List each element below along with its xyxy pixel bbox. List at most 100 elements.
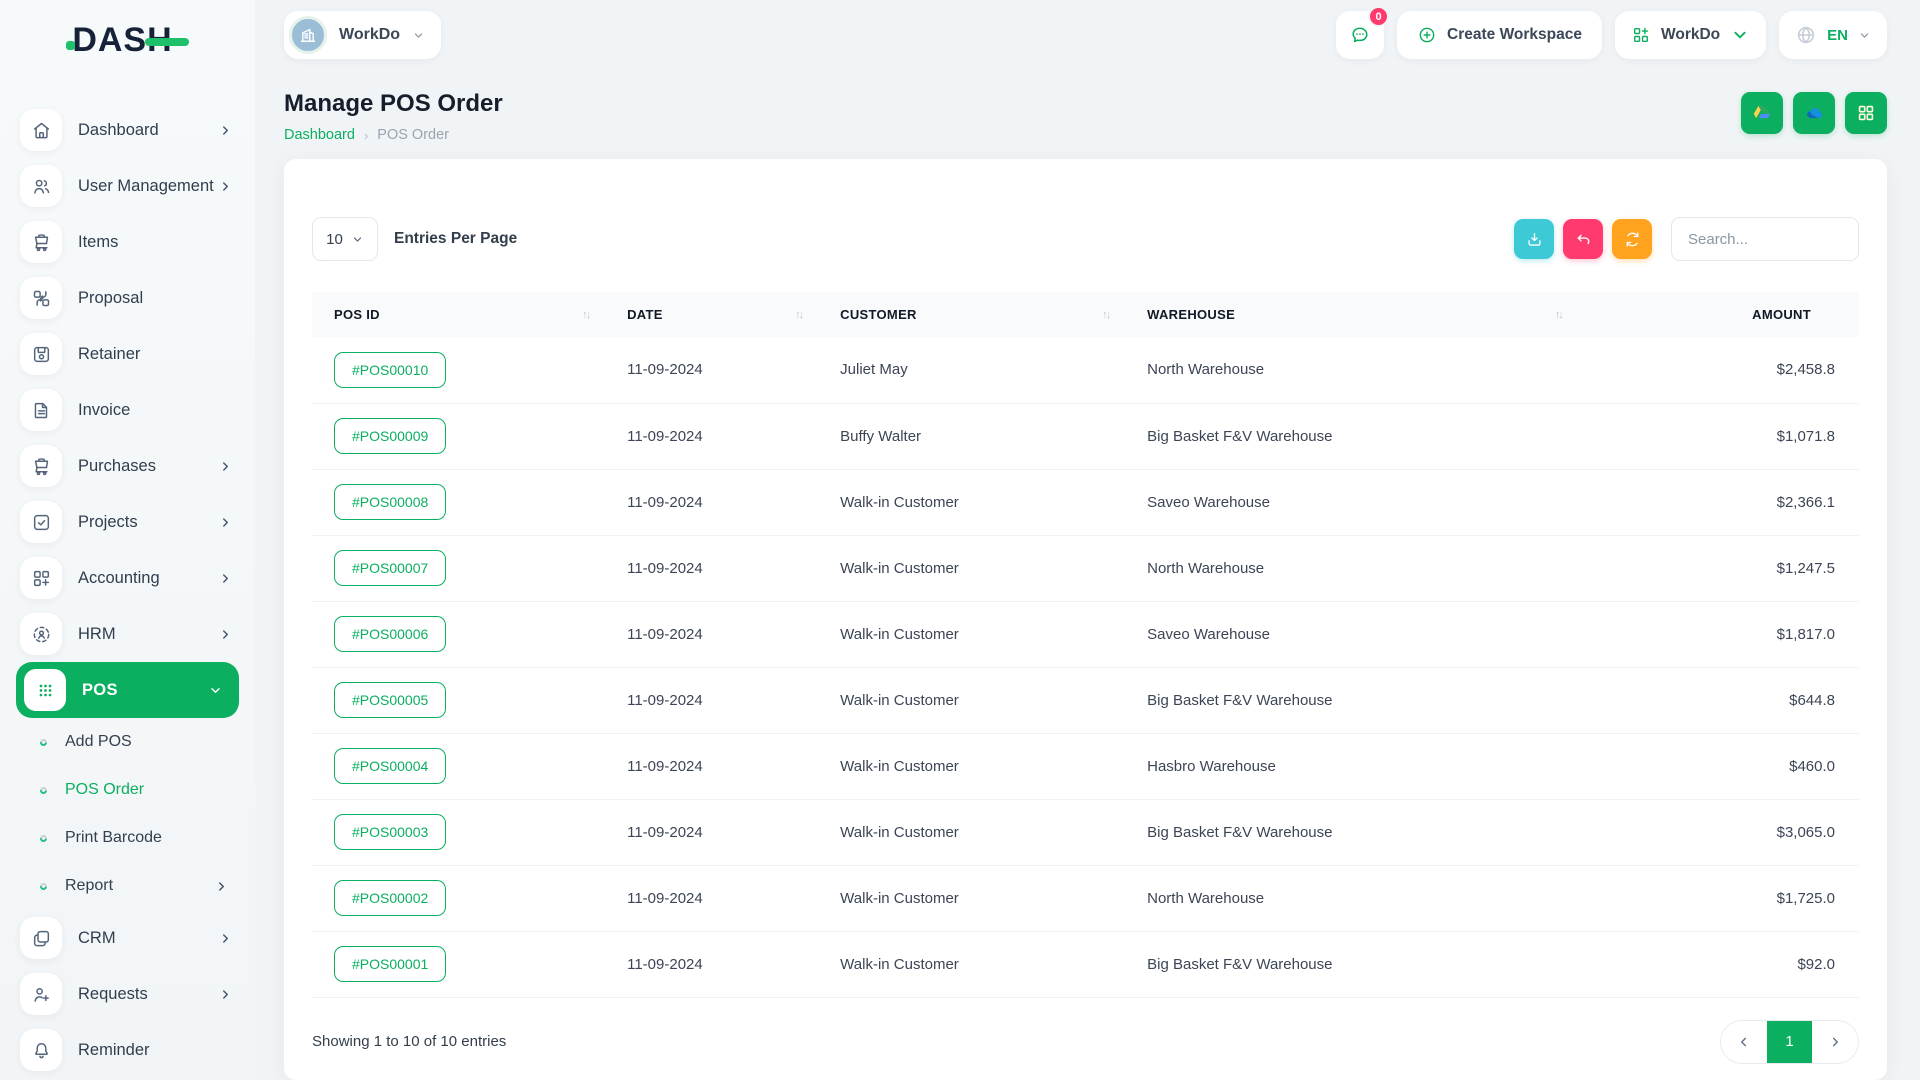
chevron-down-icon	[1730, 25, 1750, 45]
date-cell: 11-09-2024	[605, 931, 818, 997]
pos-id-link[interactable]: #POS00008	[334, 484, 446, 520]
pagination-prev-button[interactable]	[1721, 1020, 1767, 1064]
sidebar-subitem-report[interactable]: Report	[0, 862, 255, 910]
user-management-icon	[20, 165, 62, 207]
reminder-icon	[20, 1029, 62, 1071]
logo-accent-bar	[145, 38, 189, 46]
export-download-button[interactable]	[1514, 219, 1554, 259]
sidebar-item-proposal[interactable]: Proposal	[0, 270, 255, 326]
entries-per-page-select[interactable]: 10	[312, 217, 378, 261]
workdo-menu-button[interactable]: WorkDo	[1615, 11, 1766, 59]
sidebar-item-crm[interactable]: CRM	[0, 910, 255, 966]
sidebar-item-purchases[interactable]: Purchases	[0, 438, 255, 494]
pos-id-link[interactable]: #POS00002	[334, 880, 446, 916]
sidebar-subitem-print-barcode[interactable]: Print Barcode	[0, 814, 255, 862]
table-row: #POS0000511-09-2024Walk-in CustomerBig B…	[312, 667, 1859, 733]
sidebar-item-requests[interactable]: Requests	[0, 966, 255, 1022]
table-row: #POS0001011-09-2024Juliet MayNorth Wareh…	[312, 337, 1859, 403]
amount-cell: $3,065.0	[1578, 799, 1859, 865]
pos-icon	[24, 669, 66, 711]
table-header: POS ID↑↓DATE↑↓CUSTOMER↑↓WAREHOUSE↑↓AMOUN…	[312, 292, 1859, 337]
sidebar-subitem-label: Add POS	[65, 733, 132, 751]
customer-cell: Walk-in Customer	[818, 601, 1125, 667]
date-cell: 11-09-2024	[605, 667, 818, 733]
chevron-down-icon	[351, 233, 364, 246]
language-selector[interactable]: EN	[1779, 11, 1887, 59]
customer-cell: Walk-in Customer	[818, 865, 1125, 931]
pos-id-link[interactable]: #POS00009	[334, 418, 446, 454]
workspace-selector[interactable]: WorkDo	[284, 11, 441, 59]
google-drive-button[interactable]	[1741, 92, 1783, 134]
apps-grid-button[interactable]	[1845, 92, 1887, 134]
amount-cell: $1,817.0	[1578, 601, 1859, 667]
sidebar-item-label: User Management	[78, 177, 214, 196]
sidebar-item-label: HRM	[78, 625, 116, 644]
sidebar-item-invoice[interactable]: Invoice	[0, 382, 255, 438]
customer-cell: Juliet May	[818, 337, 1125, 403]
warehouse-cell: Big Basket F&V Warehouse	[1125, 667, 1578, 733]
proposal-icon	[20, 277, 62, 319]
sort-icon[interactable]: ↑↓	[1102, 309, 1109, 321]
main-area: WorkDo 0 Create Workspace WorkDo	[255, 0, 1920, 1080]
messages-button[interactable]: 0	[1336, 11, 1384, 59]
sidebar-item-reminder[interactable]: Reminder	[0, 1022, 255, 1078]
bullet-icon	[39, 737, 49, 747]
column-header-date[interactable]: DATE↑↓	[605, 292, 818, 337]
sidebar-item-retainer[interactable]: Retainer	[0, 326, 255, 382]
pos-id-link[interactable]: #POS00003	[334, 814, 446, 850]
sidebar-item-hrm[interactable]: HRM	[0, 606, 255, 662]
pos-id-link[interactable]: #POS00005	[334, 682, 446, 718]
sidebar-item-label: Projects	[78, 513, 138, 532]
customer-cell: Walk-in Customer	[818, 931, 1125, 997]
breadcrumb-dashboard-link[interactable]: Dashboard	[284, 127, 355, 143]
date-cell: 11-09-2024	[605, 337, 818, 403]
sidebar-item-dashboard[interactable]: Dashboard	[0, 102, 255, 158]
sort-icon[interactable]: ↑↓	[795, 309, 802, 321]
bullet-icon	[39, 881, 49, 891]
refresh-button[interactable]	[1612, 219, 1652, 259]
reset-button[interactable]	[1563, 219, 1603, 259]
create-workspace-button[interactable]: Create Workspace	[1397, 11, 1602, 59]
amount-cell: $2,366.1	[1578, 469, 1859, 535]
chevron-right-icon	[218, 987, 233, 1002]
column-header-customer[interactable]: CUSTOMER↑↓	[818, 292, 1125, 337]
pos-id-link[interactable]: #POS00004	[334, 748, 446, 784]
search-input[interactable]	[1671, 217, 1859, 261]
sidebar-subitem-add-pos[interactable]: Add POS	[0, 718, 255, 766]
pos-id-link[interactable]: #POS00007	[334, 550, 446, 586]
amount-cell: $1,725.0	[1578, 865, 1859, 931]
table-row: #POS0000911-09-2024Buffy WalterBig Baske…	[312, 403, 1859, 469]
sort-icon[interactable]: ↑↓	[582, 309, 589, 321]
onedrive-button[interactable]	[1793, 92, 1835, 134]
pagination-next-button[interactable]	[1812, 1020, 1858, 1064]
sidebar-item-pos[interactable]: POS	[16, 662, 239, 718]
sidebar-item-items[interactable]: Items	[0, 214, 255, 270]
column-header-pos-id[interactable]: POS ID↑↓	[312, 292, 605, 337]
warehouse-cell: Saveo Warehouse	[1125, 601, 1578, 667]
column-header-warehouse[interactable]: WAREHOUSE↑↓	[1125, 292, 1578, 337]
sidebar-item-accounting[interactable]: Accounting	[0, 550, 255, 606]
pagination-page-button[interactable]: 1	[1767, 1020, 1812, 1064]
date-cell: 11-09-2024	[605, 865, 818, 931]
sidebar-subitem-pos-order[interactable]: POS Order	[0, 766, 255, 814]
chevron-right-icon	[1827, 1034, 1843, 1050]
sidebar-item-user-management[interactable]: User Management	[0, 158, 255, 214]
amount-cell: $1,247.5	[1578, 535, 1859, 601]
bullet-icon	[39, 833, 49, 843]
amount-cell: $460.0	[1578, 733, 1859, 799]
brand-logo[interactable]: DASH	[0, 8, 255, 72]
toolbar-right	[1514, 217, 1859, 261]
amount-cell: $1,071.8	[1578, 403, 1859, 469]
pos-id-link[interactable]: #POS00010	[334, 352, 446, 388]
pos-id-link[interactable]: #POS00001	[334, 946, 446, 982]
page-head: Manage POS Order Dashboard › POS Order	[284, 90, 1887, 143]
toolbar-left: 10 Entries Per Page	[312, 217, 517, 261]
chevron-down-icon	[1858, 29, 1871, 42]
pos-id-link[interactable]: #POS00006	[334, 616, 446, 652]
sort-icon[interactable]: ↑↓	[1555, 309, 1562, 321]
items-icon	[20, 221, 62, 263]
amount-cell: $92.0	[1578, 931, 1859, 997]
app-root: DASH Dashboard User Management ItemsPropos…	[0, 0, 1920, 1080]
accounting-icon	[20, 557, 62, 599]
sidebar-item-projects[interactable]: Projects	[0, 494, 255, 550]
